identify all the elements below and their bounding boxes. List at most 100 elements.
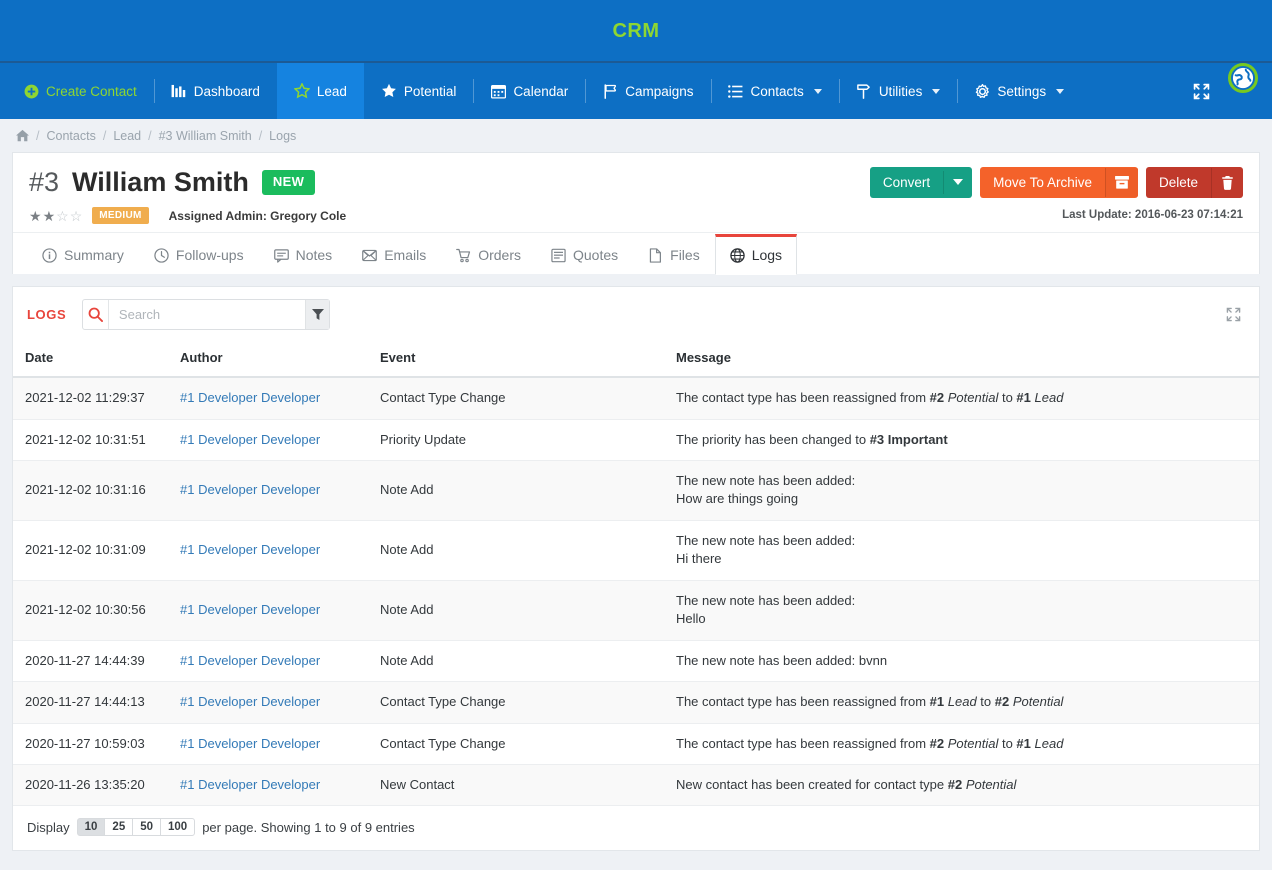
table-row[interactable]: 2021-12-02 10:31:09 #1 Developer Develope… bbox=[13, 520, 1259, 581]
message-fragment: Lead bbox=[1034, 390, 1064, 406]
nav-item-potential[interactable]: Potential bbox=[364, 63, 474, 119]
cell-message: The new note has been added: Hi there bbox=[664, 520, 1259, 581]
page-size-10[interactable]: 10 bbox=[76, 818, 106, 837]
star-filled-icon[interactable]: ★ bbox=[43, 209, 56, 223]
nav-item-settings[interactable]: Settings bbox=[957, 63, 1081, 119]
author-link[interactable]: #1 Developer Developer bbox=[180, 653, 320, 668]
plus-circle-icon bbox=[23, 83, 39, 99]
home-icon[interactable] bbox=[16, 129, 29, 142]
breadcrumb-separator: / bbox=[36, 128, 40, 143]
star-outline-icon[interactable]: ☆ bbox=[56, 209, 69, 223]
fullscreen-toggle-button[interactable] bbox=[1179, 63, 1224, 119]
cell-message: The new note has been added: bvnn bbox=[664, 640, 1259, 683]
author-link[interactable]: #1 Developer Developer bbox=[180, 432, 320, 447]
nav-item-lead[interactable]: Lead bbox=[276, 63, 364, 119]
tab-notes[interactable]: Notes bbox=[259, 234, 348, 275]
nav-item-calendar[interactable]: Calendar bbox=[473, 63, 585, 119]
cell-date: 2021-12-02 10:30:56 bbox=[13, 580, 168, 641]
page-size-100[interactable]: 100 bbox=[160, 818, 196, 837]
nav-item-dashboard[interactable]: Dashboard bbox=[153, 63, 277, 119]
nav-item-campaigns[interactable]: Campaigns bbox=[585, 63, 710, 119]
column-header-date[interactable]: Date bbox=[13, 340, 168, 379]
table-row[interactable]: 2020-11-27 10:59:03 #1 Developer Develope… bbox=[13, 723, 1259, 766]
table-row[interactable]: 2021-12-02 10:31:16 #1 Developer Develope… bbox=[13, 460, 1259, 521]
tab-quotes[interactable]: Quotes bbox=[536, 234, 633, 275]
column-header-author[interactable]: Author bbox=[168, 340, 368, 379]
page-size-25[interactable]: 25 bbox=[104, 818, 134, 837]
message-fragment: Potential bbox=[947, 390, 999, 406]
cell-author: #1 Developer Developer bbox=[168, 419, 368, 461]
logs-panel-header: LOGS bbox=[13, 287, 1259, 340]
tab-logs[interactable]: Logs bbox=[714, 234, 798, 276]
star-filled-icon[interactable]: ★ bbox=[29, 209, 42, 223]
breadcrumb-item-3[interactable]: #3 William Smith bbox=[159, 129, 252, 143]
delete-button[interactable]: Delete bbox=[1145, 167, 1243, 198]
star-outline-icon[interactable]: ☆ bbox=[70, 209, 83, 223]
logs-table-head: Date Author Event Message bbox=[13, 340, 1259, 379]
column-header-message[interactable]: Message bbox=[664, 340, 1259, 379]
panel-expand-button[interactable] bbox=[1222, 303, 1245, 326]
nav-item-label: Calendar bbox=[513, 83, 569, 99]
nav-item-label: Contacts bbox=[750, 83, 804, 99]
cell-message: The new note has been added: How are thin… bbox=[664, 460, 1259, 521]
tab-follow-ups[interactable]: Follow-ups bbox=[139, 234, 259, 275]
cell-date: 2020-11-26 13:35:20 bbox=[13, 764, 168, 807]
message-fragment: The contact type has been reassigned fro… bbox=[676, 390, 930, 406]
table-row[interactable]: 2020-11-26 13:35:20 #1 Developer Develope… bbox=[13, 764, 1259, 807]
record-number: #3 bbox=[29, 167, 60, 197]
nav-item-create-contact[interactable]: Create Contact bbox=[6, 63, 154, 119]
author-link[interactable]: #1 Developer Developer bbox=[180, 390, 320, 405]
cell-message: The contact type has been reassigned fro… bbox=[664, 377, 1259, 420]
search-icon[interactable] bbox=[83, 300, 109, 330]
tab-emails[interactable]: Emails bbox=[347, 234, 441, 275]
table-row[interactable]: 2021-12-02 10:31:51 #1 Developer Develope… bbox=[13, 419, 1259, 461]
cell-author: #1 Developer Developer bbox=[168, 580, 368, 641]
table-row[interactable]: 2021-12-02 11:29:37 #1 Developer Develope… bbox=[13, 377, 1259, 420]
info-circle-icon bbox=[42, 247, 57, 263]
trash-icon bbox=[1211, 167, 1243, 198]
tab-label: Notes bbox=[295, 247, 333, 264]
tab-files[interactable]: Files bbox=[633, 234, 715, 275]
breadcrumb-separator: / bbox=[258, 128, 263, 143]
avatar[interactable] bbox=[1228, 63, 1258, 93]
clock-icon bbox=[154, 247, 169, 263]
breadcrumb-item-1[interactable]: Contacts bbox=[46, 129, 95, 143]
logs-table: Date Author Event Message 2021-12-02 11:29:… bbox=[13, 340, 1259, 807]
author-link[interactable]: #1 Developer Developer bbox=[180, 602, 320, 617]
tab-summary[interactable]: Summary bbox=[27, 234, 139, 275]
page-size-50[interactable]: 50 bbox=[132, 818, 162, 837]
cell-date: 2020-11-27 14:44:13 bbox=[13, 681, 168, 724]
table-header-row: Date Author Event Message bbox=[13, 340, 1259, 379]
chevron-down-icon[interactable] bbox=[943, 171, 972, 194]
author-link[interactable]: #1 Developer Developer bbox=[180, 736, 320, 751]
nav-item-contacts[interactable]: Contacts bbox=[710, 63, 839, 119]
author-link[interactable]: #1 Developer Developer bbox=[180, 694, 320, 709]
rating-stars[interactable]: ★ ★ ☆ ☆ bbox=[29, 209, 82, 223]
last-update-text: Last Update: 2016-06-23 07:14:21 bbox=[1062, 209, 1243, 221]
author-link[interactable]: #1 Developer Developer bbox=[180, 777, 320, 792]
cell-message: The contact type has been reassigned fro… bbox=[664, 723, 1259, 766]
search-input[interactable] bbox=[108, 300, 305, 330]
table-row[interactable]: 2021-12-02 10:30:56 #1 Developer Develope… bbox=[13, 580, 1259, 641]
convert-button[interactable]: Convert bbox=[869, 167, 973, 198]
breadcrumb-item-2[interactable]: Lead bbox=[113, 129, 141, 143]
search-bar bbox=[82, 299, 331, 331]
meta-row: ★ ★ ☆ ☆ MEDIUM Assigned Admin: Gregory Cole bbox=[29, 207, 346, 225]
message-fragment: to bbox=[998, 735, 1017, 751]
table-row[interactable]: 2020-11-27 14:44:39 #1 Developer Develope… bbox=[13, 640, 1259, 683]
column-header-event[interactable]: Event bbox=[368, 340, 664, 379]
author-link[interactable]: #1 Developer Developer bbox=[180, 542, 320, 557]
tab-orders[interactable]: Orders bbox=[441, 234, 536, 275]
breadcrumb-item-4[interactable]: Logs bbox=[269, 129, 296, 143]
message-fragment: Potential bbox=[947, 735, 999, 751]
table-row[interactable]: 2020-11-27 14:44:13 #1 Developer Develope… bbox=[13, 681, 1259, 724]
title-left: #3 William Smith NEW ★ ★ ☆ ☆ MEDIUM Assigne… bbox=[29, 167, 346, 225]
filter-icon[interactable] bbox=[304, 300, 330, 330]
author-link[interactable]: #1 Developer Developer bbox=[180, 482, 320, 497]
title-row: #3 William Smith NEW ★ ★ ☆ ☆ MEDIUM Assigne… bbox=[13, 153, 1259, 232]
cell-event: Note Add bbox=[368, 520, 664, 581]
nav-item-utilities[interactable]: Utilities bbox=[838, 63, 958, 119]
cell-event: New Contact bbox=[368, 764, 664, 807]
cell-message: The new note has been added: Hello bbox=[664, 580, 1259, 641]
move-to-archive-button[interactable]: Move To Archive bbox=[980, 167, 1138, 198]
